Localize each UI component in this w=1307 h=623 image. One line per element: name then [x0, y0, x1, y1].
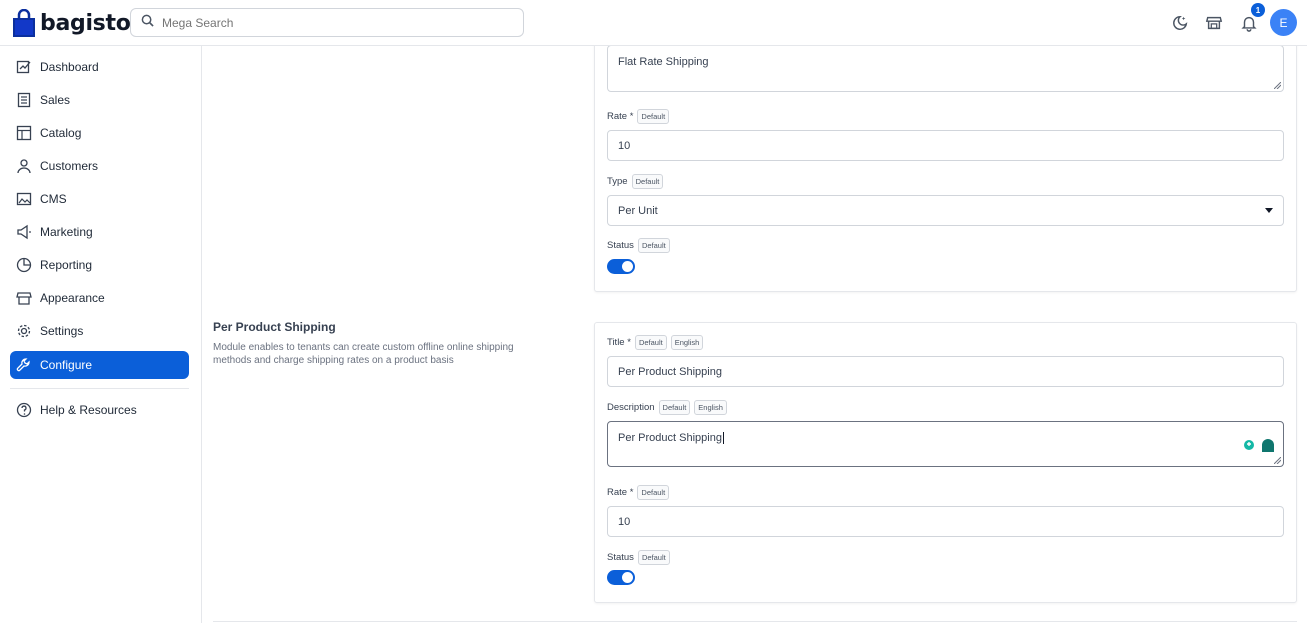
sidebar-item-configure[interactable]: Configure [10, 351, 189, 379]
appearance-icon [16, 292, 32, 305]
scope-tag: Default [637, 550, 670, 565]
sidebar-item-label: Configure [40, 358, 93, 372]
search-icon [141, 14, 154, 32]
per-product-status-label: Status Default [607, 550, 670, 565]
search-input[interactable] [162, 15, 502, 30]
chevron-down-icon [1265, 208, 1273, 213]
title-value: Per Product Shipping [618, 365, 722, 378]
sidebar-item-label: Help & Resources [40, 403, 137, 417]
cms-icon [16, 192, 32, 206]
sidebar-divider [10, 388, 189, 389]
storefront-icon[interactable] [1204, 13, 1224, 33]
sidebar-item-label: Reporting [40, 258, 93, 272]
label-text: Status [607, 552, 634, 563]
sidebar-item-label: Sales [40, 93, 71, 107]
per-product-title-input[interactable]: Per Product Shipping [607, 356, 1284, 387]
type-selected-value: Per Unit [618, 204, 658, 217]
sidebar-item-settings[interactable]: Settings [10, 317, 189, 345]
per-product-card: Title * Default English Per Product Ship… [594, 322, 1297, 603]
per-product-rate-input[interactable]: 10 [607, 506, 1284, 537]
flat-rate-description-value: Flat Rate Shipping [618, 56, 709, 68]
flat-rate-status-toggle[interactable] [607, 259, 635, 274]
bagisto-logo[interactable]: bagisto [13, 8, 131, 37]
reporting-icon [16, 257, 32, 273]
locale-tag: English [694, 400, 727, 415]
section-title: Per Product Shipping [213, 320, 336, 334]
locale-tag: English [670, 335, 704, 350]
sidebar-item-label: Customers [40, 159, 99, 173]
dark-mode-icon[interactable] [1170, 13, 1190, 33]
scope-tag: Default [658, 400, 691, 415]
sidebar-item-label: Catalog [40, 126, 82, 140]
sales-icon [17, 92, 31, 108]
sidebar-item-dashboard[interactable]: Dashboard [10, 53, 189, 81]
lightbulb-icon[interactable] [1242, 439, 1256, 453]
scope-tag: Default [637, 109, 670, 124]
settings-icon [17, 324, 31, 338]
sidebar-item-reporting[interactable]: Reporting [10, 251, 189, 279]
grammarly-icon[interactable] [1259, 438, 1277, 454]
scope-tag: Default [634, 335, 667, 350]
sidebar: Dashboard Sales Catalog Customers CMS Ma… [0, 46, 202, 623]
user-avatar[interactable]: E [1270, 9, 1297, 36]
sidebar-item-label: Marketing [40, 225, 93, 239]
flat-rate-rate-input[interactable]: 10 [607, 130, 1284, 161]
flat-rate-card: Flat Rate Shipping Rate * Default 10 Typ… [594, 46, 1297, 292]
sidebar-item-appearance[interactable]: Appearance [10, 284, 189, 312]
next-section-divider [213, 621, 1297, 622]
per-product-description-value: Per Product Shipping [618, 432, 722, 444]
configure-icon [16, 358, 30, 372]
top-header: bagisto 1 E [0, 0, 1307, 46]
sidebar-item-sales[interactable]: Sales [10, 86, 189, 114]
sidebar-item-label: Dashboard [40, 60, 99, 74]
label-text: Rate * [607, 111, 634, 122]
label-text: Type [607, 176, 628, 187]
mega-search[interactable] [130, 8, 524, 37]
marketing-icon [17, 224, 31, 240]
sidebar-item-cms[interactable]: CMS [10, 185, 189, 213]
text-caret [722, 432, 724, 444]
label-text: Description [607, 402, 655, 413]
flat-rate-type-label: Type Default [607, 174, 664, 189]
resize-handle-icon[interactable] [1274, 457, 1281, 464]
scope-tag: Default [631, 174, 664, 189]
flat-rate-description-textarea[interactable]: Flat Rate Shipping [607, 46, 1284, 92]
flat-rate-type-select[interactable]: Per Unit [607, 195, 1284, 226]
flat-rate-status-label: Status Default [607, 238, 670, 253]
per-product-rate-label: Rate * Default [607, 485, 670, 500]
help-icon [16, 402, 32, 418]
label-text: Status [607, 240, 634, 251]
scope-tag: Default [637, 238, 670, 253]
notification-badge: 1 [1251, 3, 1265, 17]
per-product-title-label: Title * Default English [607, 335, 704, 350]
sidebar-item-help[interactable]: Help & Resources [10, 396, 189, 424]
sidebar-item-catalog[interactable]: Catalog [10, 119, 189, 147]
label-text: Rate * [607, 487, 634, 498]
rate-value: 10 [618, 139, 631, 152]
per-product-description-textarea[interactable]: Per Product Shipping [607, 421, 1284, 467]
per-product-description-label: Description Default English [607, 400, 727, 415]
sidebar-item-label: Settings [40, 324, 84, 338]
label-text: Title * [607, 337, 631, 348]
dashboard-icon [16, 60, 31, 74]
sidebar-item-marketing[interactable]: Marketing [10, 218, 189, 246]
sidebar-item-customers[interactable]: Customers [10, 152, 189, 180]
shopping-bag-icon [13, 8, 35, 37]
logo-text: bagisto [40, 10, 131, 36]
section-description: Module enables to tenants can create cus… [213, 342, 514, 366]
grammar-assistant[interactable] [1237, 436, 1277, 456]
resize-handle-icon[interactable] [1274, 82, 1281, 89]
rate-value: 10 [618, 515, 631, 528]
catalog-icon [16, 125, 32, 141]
flat-rate-rate-label: Rate * Default [607, 109, 670, 124]
per-product-status-toggle[interactable] [607, 570, 635, 585]
customers-icon [17, 159, 31, 174]
scope-tag: Default [637, 485, 670, 500]
main-content: Flat Rate Shipping Rate * Default 10 Typ… [202, 46, 1307, 623]
sidebar-item-label: Appearance [40, 291, 105, 305]
sidebar-item-label: CMS [40, 192, 67, 206]
